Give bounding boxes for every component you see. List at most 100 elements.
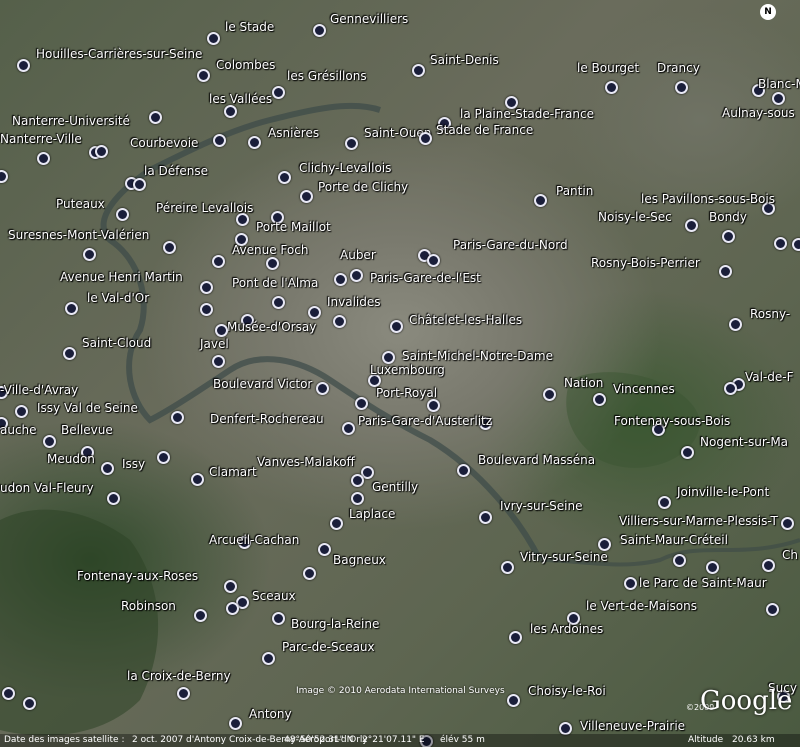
station-label[interactable]: Bondy (709, 210, 747, 224)
station-marker-icon[interactable] (509, 631, 522, 644)
station-marker-icon[interactable] (197, 69, 210, 82)
station-label[interactable]: Issy (122, 457, 145, 471)
station-label[interactable]: Auber (340, 248, 376, 262)
station-label[interactable]: Bourg-la-Reine (291, 617, 379, 631)
station-label[interactable]: Val-de-F (745, 370, 794, 384)
station-marker-icon[interactable] (351, 474, 364, 487)
station-marker-icon[interactable] (334, 273, 347, 286)
station-label[interactable]: Antony (249, 707, 292, 721)
station-label[interactable]: Issy Val de Seine (37, 401, 138, 415)
station-label[interactable]: Péreire Levallois (156, 201, 253, 215)
station-marker-icon[interactable] (419, 132, 432, 145)
station-marker-icon[interactable] (95, 145, 108, 158)
station-marker-icon[interactable] (101, 462, 114, 475)
station-label[interactable]: Châtelet-les-Halles (409, 313, 522, 327)
station-label[interactable]: la Défense (144, 164, 208, 178)
station-marker-icon[interactable] (63, 347, 76, 360)
station-marker-icon[interactable] (272, 612, 285, 625)
station-label[interactable]: Parc-de-Sceaux (282, 640, 375, 654)
station-marker-icon[interactable] (248, 136, 261, 149)
station-marker-icon[interactable] (116, 208, 129, 221)
station-label[interactable]: le Vert-de-Maisons (586, 599, 697, 613)
station-marker-icon[interactable] (706, 561, 719, 574)
station-label[interactable]: Stade de France (436, 123, 533, 137)
station-label[interactable]: Aulnay-sous (722, 106, 795, 120)
station-marker-icon[interactable] (212, 255, 225, 268)
station-marker-icon[interactable] (278, 171, 291, 184)
station-marker-icon[interactable] (191, 473, 204, 486)
station-label[interactable]: Rosny-Bois-Perrier (591, 256, 700, 270)
station-label[interactable]: les Pavillons-sous-Bois (641, 192, 775, 206)
station-marker-icon[interactable] (658, 496, 671, 509)
station-marker-icon[interactable] (133, 178, 146, 191)
station-label[interactable]: Houilles-Carrières-sur-Seine (36, 47, 202, 61)
station-label[interactable]: Porte Maillot (256, 220, 331, 234)
station-marker-icon[interactable] (330, 517, 343, 530)
station-marker-icon[interactable] (722, 230, 735, 243)
station-label[interactable]: Sceaux (252, 589, 296, 603)
station-label[interactable]: Vincennes (613, 382, 675, 396)
station-marker-icon[interactable] (15, 405, 28, 418)
station-marker-icon[interactable] (729, 318, 742, 331)
station-label[interactable]: Choisy-le-Roi (528, 684, 606, 698)
station-label[interactable]: Vitry-sur-Seine (520, 550, 608, 564)
station-label[interactable]: udon Val-Fleury (0, 481, 94, 495)
station-marker-icon[interactable] (351, 492, 364, 505)
station-marker-icon[interactable] (272, 86, 285, 99)
station-label[interactable]: Villeneuve-Prairie (580, 719, 685, 733)
station-marker-icon[interactable] (772, 92, 785, 105)
station-label[interactable]: Saint-Michel-Notre-Dame (402, 349, 553, 363)
station-label[interactable]: Luxembourg (370, 363, 445, 377)
station-marker-icon[interactable] (272, 296, 285, 309)
station-label[interactable]: auche (0, 423, 37, 437)
station-marker-icon[interactable] (300, 190, 313, 203)
station-label[interactable]: Drancy (657, 61, 700, 75)
station-marker-icon[interactable] (685, 219, 698, 232)
station-marker-icon[interactable] (212, 355, 225, 368)
station-label[interactable]: Saint-Maur-Créteil (620, 533, 728, 547)
station-label[interactable]: Saint-Denis (430, 53, 499, 67)
station-label[interactable]: Ivry-sur-Seine (500, 499, 582, 513)
station-marker-icon[interactable] (226, 602, 239, 615)
station-marker-icon[interactable] (200, 281, 213, 294)
station-label[interactable]: Pont de l'Alma (232, 276, 318, 290)
station-marker-icon[interactable] (171, 411, 184, 424)
station-marker-icon[interactable] (333, 315, 346, 328)
station-marker-icon[interactable] (157, 451, 170, 464)
station-marker-icon[interactable] (675, 81, 688, 94)
station-label[interactable]: Paris-Gare-d'Austerlitz (358, 414, 492, 428)
station-label[interactable]: les Ardoines (530, 622, 603, 636)
station-marker-icon[interactable] (781, 517, 794, 530)
station-label[interactable]: Nogent-sur-Ma (700, 435, 788, 449)
station-label[interactable]: Musée-d'Orsay (227, 320, 316, 334)
station-label[interactable]: le Parc de Saint-Maur (639, 576, 767, 590)
station-label[interactable]: les Grésillons (287, 69, 367, 83)
station-label[interactable]: le Val-d'Or (87, 291, 149, 305)
station-marker-icon[interactable] (303, 567, 316, 580)
station-label[interactable]: Boulevard Masséna (478, 453, 595, 467)
station-marker-icon[interactable] (390, 320, 403, 333)
station-label[interactable]: la Croix-de-Berny (127, 669, 231, 683)
station-marker-icon[interactable] (342, 422, 355, 435)
station-label[interactable]: Rosny- (750, 307, 790, 321)
station-label[interactable]: Denfert-Rochereau (210, 412, 324, 426)
station-label[interactable]: Courbevoie (130, 136, 198, 150)
station-label[interactable]: Suresnes-Mont-Valérien (8, 228, 149, 242)
station-label[interactable]: le Bourget (577, 61, 639, 75)
station-label[interactable]: Clichy-Levallois (299, 161, 391, 175)
station-label[interactable]: Robinson (121, 599, 176, 613)
station-marker-icon[interactable] (316, 382, 329, 395)
station-marker-icon[interactable] (719, 265, 732, 278)
station-marker-icon[interactable] (224, 105, 237, 118)
station-marker-icon[interactable] (308, 306, 321, 319)
station-marker-icon[interactable] (724, 382, 737, 395)
station-label[interactable]: Avenue Henri Martin (60, 270, 183, 284)
station-marker-icon[interactable] (149, 111, 162, 124)
station-marker-icon[interactable] (355, 397, 368, 410)
station-marker-icon[interactable] (427, 399, 440, 412)
station-label[interactable]: Clamart (209, 465, 257, 479)
station-marker-icon[interactable] (427, 254, 440, 267)
station-marker-icon[interactable] (194, 609, 207, 622)
station-marker-icon[interactable] (17, 59, 30, 72)
station-marker-icon[interactable] (262, 652, 275, 665)
